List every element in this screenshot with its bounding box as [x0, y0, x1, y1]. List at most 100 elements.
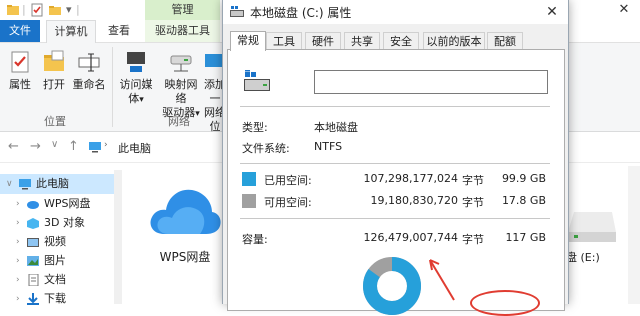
volume-label-input[interactable] [314, 70, 548, 94]
rename-button[interactable]: 重命名 [72, 49, 106, 92]
drive-e-label[interactable]: 盘 (E:) [566, 249, 600, 265]
capacity-bytes: 126,479,007,744 [363, 231, 458, 244]
sidebar-item-label: WPS网盘 [44, 197, 91, 210]
filesystem-key: 文件系统: [242, 142, 290, 155]
address-box[interactable]: › 此电脑 [84, 137, 224, 157]
sidebar-item-label: 图片 [44, 254, 66, 267]
content-scrollbar[interactable] [628, 166, 640, 304]
ribbon-divider [112, 47, 113, 127]
annotation-ellipse [470, 290, 540, 316]
forward-arrow-icon[interactable]: → [30, 139, 41, 154]
tab-computer[interactable]: 计算机 [46, 20, 96, 43]
tab-previous-versions[interactable]: 以前的版本 [423, 32, 485, 50]
chevron-right-icon[interactable]: › [16, 251, 20, 271]
used-space-label: 已用空间: [264, 174, 312, 187]
group-label-location: 位置 [44, 115, 66, 128]
type-key: 类型: [242, 121, 268, 134]
back-arrow-icon[interactable]: ← [8, 139, 19, 154]
access-media-button[interactable]: 访问媒体▾ [116, 49, 156, 107]
sidebar-item-label: 下载 [44, 292, 66, 305]
used-space-swatch [242, 172, 256, 186]
sidebar-item-label: 文档 [44, 273, 66, 286]
open-button[interactable]: 打开 [40, 49, 68, 92]
sidebar-item-label: 此电脑 [36, 177, 69, 190]
open-button-label: 打开 [43, 78, 65, 91]
map-network-drive-button[interactable]: 映射网络 驱动器▾ [160, 49, 202, 121]
tab-file[interactable]: 文件 [0, 20, 40, 42]
tab-security[interactable]: 安全 [383, 32, 419, 50]
free-space-unit: 字节 [462, 196, 484, 209]
drive-e-icon[interactable] [568, 208, 616, 244]
rename-icon [78, 53, 100, 72]
picture-icon [27, 256, 39, 266]
sidebar-item-this-pc[interactable]: ∨ 此电脑 [0, 174, 122, 194]
tab-general[interactable]: 常规 [230, 31, 266, 51]
used-space-gb: 99.9 GB [501, 172, 546, 185]
tab-view[interactable]: 查看 [100, 20, 138, 42]
sidebar-item-3d-objects[interactable]: › 3D 对象 [0, 213, 122, 233]
breadcrumb[interactable]: 此电脑 [118, 140, 151, 156]
group-label-network: 网络 [168, 115, 190, 128]
up-arrow-icon[interactable]: ↑ [68, 139, 79, 154]
network-drive-icon [170, 55, 192, 72]
cube-icon [27, 218, 39, 229]
tab-tools[interactable]: 工具 [266, 32, 302, 50]
chevron-right-icon[interactable]: › [16, 289, 20, 309]
open-folder-icon [44, 50, 64, 71]
chevron-right-icon[interactable]: › [16, 194, 20, 214]
sidebar-item-wps[interactable]: › WPS网盘 [0, 194, 122, 214]
divider [240, 218, 550, 219]
new-folder-icon[interactable] [48, 3, 62, 17]
used-space-bytes: 107,298,177,024 [363, 172, 458, 185]
properties-check-icon[interactable] [30, 3, 44, 17]
wps-drive-label[interactable]: WPS网盘 [150, 248, 220, 265]
download-icon [27, 293, 39, 305]
annotation-arrow [429, 259, 455, 301]
sidebar-item-label: 3D 对象 [44, 216, 85, 229]
qa-dropdown-icon[interactable]: ▾ [66, 3, 72, 16]
tab-drive-tools[interactable]: 驱动器工具 [145, 20, 220, 42]
sidebar-item-label: 视频 [44, 235, 66, 248]
sidebar-item-pictures[interactable]: › 图片 [0, 251, 122, 271]
capacity-unit: 字节 [462, 233, 484, 246]
cloud-icon [27, 201, 39, 209]
capacity-gb: 117 GB [505, 231, 546, 244]
rename-button-label: 重命名 [72, 78, 106, 91]
dialog-close-button[interactable]: ✕ [536, 0, 568, 24]
folder-icon [7, 5, 19, 15]
free-space-gb: 17.8 GB [501, 194, 546, 207]
recent-dropdown-icon[interactable]: ∨ [51, 139, 58, 150]
navigation-pane: ∨ 此电脑 › WPS网盘 › 3D 对象 › 视频 › 图片 › 文档 › 下… [0, 170, 122, 305]
dropdown-caret-icon: ▾ [195, 109, 200, 119]
filesystem-value: NTFS [314, 140, 343, 153]
tab-sharing[interactable]: 共享 [344, 32, 380, 50]
breadcrumb-chevron-icon: › [104, 140, 108, 150]
sidebar-scrollbar[interactable] [114, 170, 122, 304]
sidebar-item-downloads[interactable]: › 下载 [0, 289, 122, 309]
dialog-title: 本地磁盘 (C:) 属性 [250, 6, 352, 20]
dialog-tab-strip: 常规 工具 硬件 共享 安全 以前的版本 配额 [227, 31, 563, 51]
tab-hardware[interactable]: 硬件 [305, 32, 341, 50]
chevron-down-icon[interactable]: ∨ [6, 174, 13, 194]
map-drive-label-1: 映射网络 [164, 78, 198, 105]
explorer-close-button[interactable]: ✕ [608, 0, 640, 20]
free-space-label: 可用空间: [264, 196, 312, 209]
chevron-right-icon[interactable]: › [16, 213, 20, 233]
free-space-bytes: 19,180,830,720 [370, 194, 458, 207]
drive-icon [230, 6, 244, 17]
properties-icon [11, 51, 29, 73]
context-tab-manage[interactable]: 管理 [145, 0, 220, 20]
free-space-swatch [242, 194, 256, 208]
disk-usage-donut [363, 257, 421, 315]
chevron-right-icon[interactable]: › [16, 270, 20, 290]
tab-quota[interactable]: 配额 [487, 32, 523, 50]
sidebar-item-documents[interactable]: › 文档 [0, 270, 122, 290]
wps-cloud-icon[interactable] [146, 182, 222, 238]
dialog-title-bar: 本地磁盘 (C:) 属性 ✕ [223, 0, 568, 24]
qa-separator-2: | [76, 3, 80, 16]
sidebar-item-videos[interactable]: › 视频 [0, 232, 122, 252]
properties-button[interactable]: 属性 [6, 49, 34, 92]
chevron-right-icon[interactable]: › [16, 232, 20, 252]
capacity-label: 容量: [242, 233, 268, 246]
divider [240, 106, 550, 107]
